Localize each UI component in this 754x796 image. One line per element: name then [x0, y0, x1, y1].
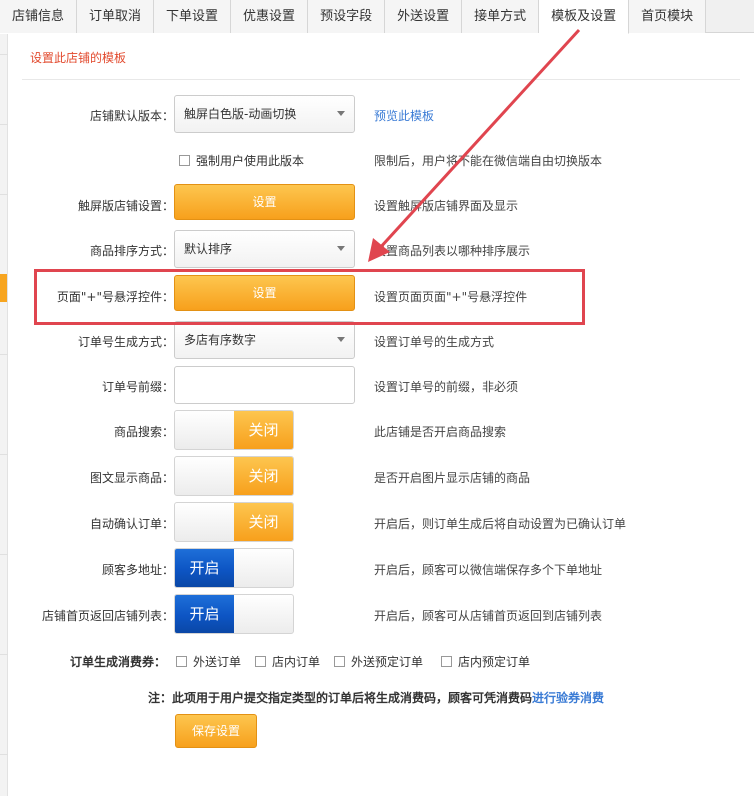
annotation-arrow: [368, 28, 581, 262]
arrow-shaft: [376, 28, 581, 252]
